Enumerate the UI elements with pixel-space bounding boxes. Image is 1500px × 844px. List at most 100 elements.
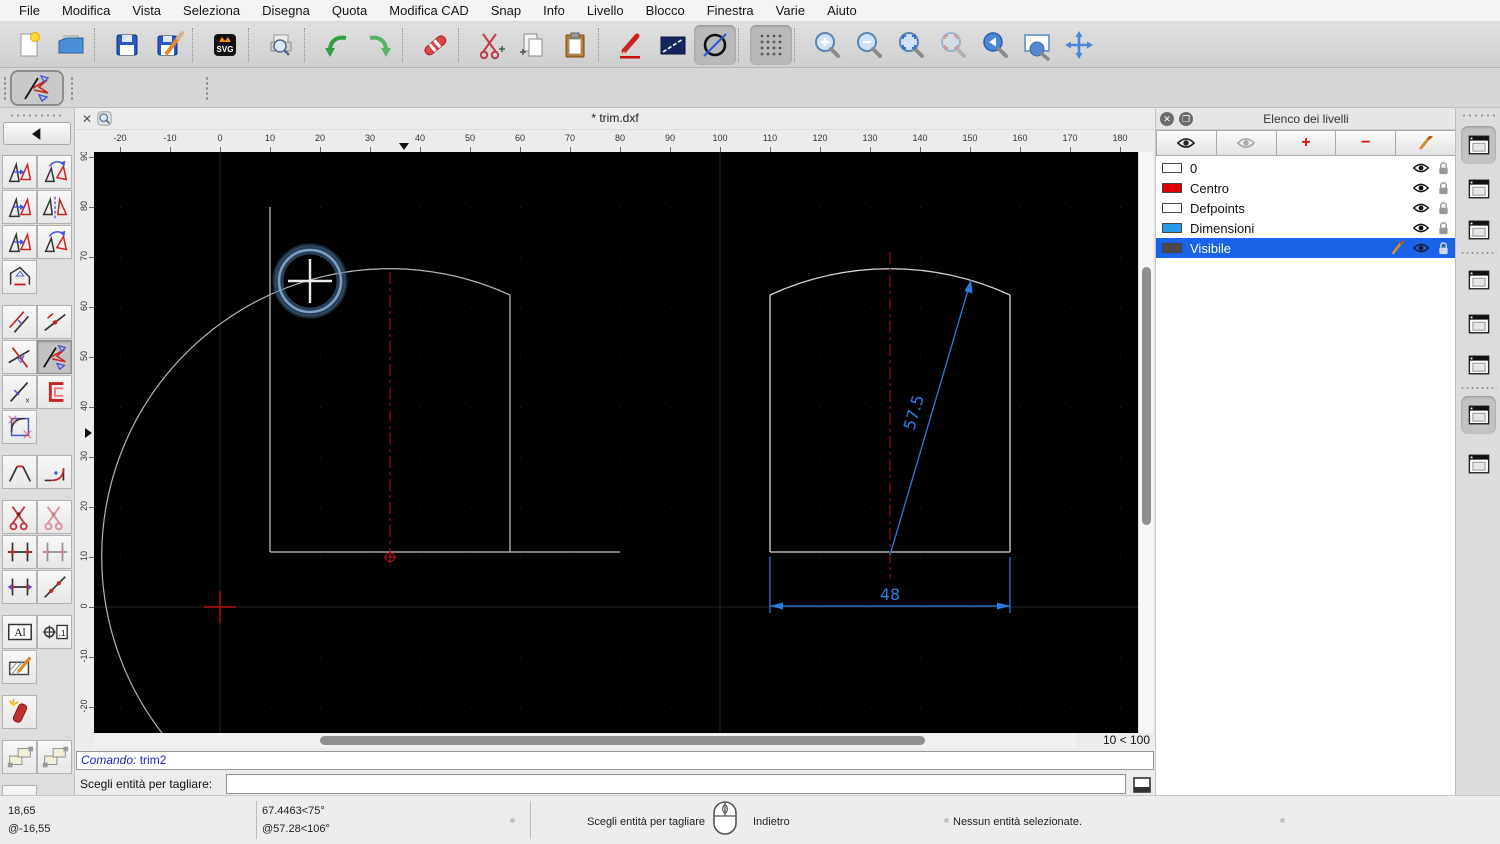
grid-toggle-button[interactable] bbox=[750, 24, 792, 65]
zoom-in-button[interactable] bbox=[806, 25, 848, 65]
menu-finestra[interactable]: Finestra bbox=[696, 3, 765, 18]
drawing-canvas[interactable]: 57.5 48 bbox=[94, 152, 1138, 734]
dock-selection-filter-toggle[interactable] bbox=[1461, 305, 1496, 343]
layer-visibility-icon[interactable] bbox=[1413, 180, 1429, 196]
entity-attributes-button[interactable] bbox=[652, 25, 694, 65]
tool-mirror[interactable] bbox=[37, 190, 72, 224]
tool-select-contour[interactable] bbox=[37, 740, 72, 774]
menu-aiuto[interactable]: Aiuto bbox=[816, 3, 868, 18]
tool-offset-shape[interactable] bbox=[37, 375, 72, 409]
tool-deselect-contour[interactable] bbox=[2, 740, 37, 774]
horizontal-scrollbar-thumb[interactable] bbox=[320, 736, 925, 745]
tool-lengthen[interactable] bbox=[2, 375, 37, 409]
layer-row-defpoints[interactable]: Defpoints bbox=[1156, 198, 1456, 218]
vertical-scrollbar-thumb[interactable] bbox=[1142, 267, 1151, 525]
dock-block-list-toggle[interactable] bbox=[1461, 170, 1496, 208]
menu-seleziona[interactable]: Seleziona bbox=[172, 3, 251, 18]
tool-rotate[interactable] bbox=[37, 155, 72, 189]
layer-lock-icon[interactable] bbox=[1437, 162, 1450, 175]
tool-stretch[interactable] bbox=[2, 570, 37, 604]
redo-button[interactable] bbox=[358, 25, 400, 65]
sidebar-drag-handle[interactable] bbox=[9, 113, 65, 118]
vertical-scrollbar[interactable] bbox=[1138, 152, 1153, 733]
menu-modifica[interactable]: Modifica bbox=[51, 3, 121, 18]
dock-pen-palette-toggle[interactable] bbox=[1461, 346, 1496, 384]
show-all-layers-button[interactable] bbox=[1156, 130, 1217, 156]
hide-all-layers-button[interactable] bbox=[1216, 130, 1277, 156]
zoom-previous-button[interactable] bbox=[932, 25, 974, 65]
dock-entity-list-toggle[interactable] bbox=[1461, 261, 1496, 299]
circle-tool-button[interactable] bbox=[694, 24, 736, 65]
copy-button[interactable] bbox=[512, 25, 554, 65]
dock-layer-list-toggle[interactable] bbox=[1461, 126, 1496, 164]
pen-attributes-button[interactable] bbox=[610, 25, 652, 65]
layer-visibility-icon[interactable] bbox=[1413, 200, 1429, 216]
tool-revert-direction[interactable] bbox=[2, 260, 37, 294]
tool-cut-intersection[interactable] bbox=[2, 535, 37, 569]
save-as-button[interactable] bbox=[148, 25, 190, 65]
tool-paint[interactable] bbox=[2, 785, 37, 795]
tool-edit-hatch[interactable] bbox=[2, 650, 37, 684]
layer-visibility-icon[interactable] bbox=[1413, 160, 1429, 176]
toolbar-drag-handle[interactable] bbox=[205, 76, 209, 100]
menu-modifica-cad[interactable]: Modifica CAD bbox=[378, 3, 479, 18]
layer-row-dimensioni[interactable]: Dimensioni bbox=[1156, 218, 1456, 238]
tool-fillet[interactable] bbox=[37, 455, 72, 489]
tool-explode[interactable] bbox=[2, 695, 37, 729]
active-tool-trim-two-button[interactable] bbox=[10, 70, 64, 106]
remove-layer-button[interactable]: − bbox=[1336, 130, 1397, 156]
svg-export-button[interactable] bbox=[204, 25, 246, 65]
horizontal-scrollbar[interactable] bbox=[94, 733, 1095, 748]
tool-split-line[interactable] bbox=[37, 305, 72, 339]
tool-offset[interactable] bbox=[2, 305, 37, 339]
layer-lock-icon[interactable] bbox=[1437, 182, 1450, 195]
tool-edit-attributes[interactable] bbox=[37, 615, 72, 649]
delete-entities-button[interactable] bbox=[414, 25, 456, 65]
layer-lock-icon[interactable] bbox=[1437, 222, 1450, 235]
layer-lock-icon[interactable] bbox=[1437, 242, 1450, 255]
paste-button[interactable] bbox=[554, 25, 596, 65]
tool-move-copy[interactable] bbox=[2, 155, 37, 189]
tool-move-rotate[interactable] bbox=[2, 225, 37, 259]
cut-button[interactable] bbox=[470, 25, 512, 65]
layer-row-0[interactable]: 0 bbox=[1156, 158, 1456, 178]
undo-button[interactable] bbox=[316, 25, 358, 65]
dock-command-line-toggle[interactable] bbox=[1461, 396, 1496, 434]
layer-edit-pencil-icon[interactable] bbox=[1391, 241, 1405, 255]
layer-row-visibile[interactable]: Visibile bbox=[1156, 238, 1456, 258]
toolbar-drag-handle[interactable] bbox=[3, 76, 7, 100]
tool-divide[interactable] bbox=[2, 500, 37, 534]
tool-bevel[interactable] bbox=[2, 455, 37, 489]
menu-snap[interactable]: Snap bbox=[480, 3, 532, 18]
dock-drag-handle[interactable] bbox=[1461, 113, 1495, 118]
command-input[interactable] bbox=[226, 774, 1126, 794]
tool-edit-text[interactable] bbox=[2, 615, 37, 649]
save-button[interactable] bbox=[106, 25, 148, 65]
tool-rotate-two[interactable] bbox=[37, 225, 72, 259]
new-file-button[interactable] bbox=[8, 25, 50, 65]
tool-cut-intersection-manual[interactable] bbox=[37, 535, 72, 569]
dock-library-browser-toggle[interactable] bbox=[1461, 211, 1496, 249]
layer-lock-icon[interactable] bbox=[1437, 202, 1450, 215]
edit-layer-button[interactable] bbox=[1396, 130, 1456, 156]
tool-trim-two[interactable] bbox=[37, 340, 72, 374]
zoom-auto-button[interactable] bbox=[890, 25, 932, 65]
tool-divide-two[interactable] bbox=[37, 500, 72, 534]
zoom-out-button[interactable] bbox=[848, 25, 890, 65]
menu-disegna[interactable]: Disegna bbox=[251, 3, 321, 18]
open-file-button[interactable] bbox=[50, 25, 92, 65]
menu-livello[interactable]: Livello bbox=[576, 3, 635, 18]
tools-back-button[interactable] bbox=[3, 122, 71, 145]
zoom-back-button[interactable] bbox=[974, 25, 1016, 65]
menu-varie[interactable]: Varie bbox=[765, 3, 816, 18]
tool-trim[interactable] bbox=[2, 340, 37, 374]
zoom-pan-button[interactable] bbox=[1058, 25, 1100, 65]
menu-vista[interactable]: Vista bbox=[121, 3, 172, 18]
dock-clipboard-toggle[interactable] bbox=[1461, 445, 1496, 483]
print-preview-button[interactable] bbox=[260, 25, 302, 65]
layer-visibility-icon[interactable] bbox=[1413, 220, 1429, 236]
menu-file[interactable]: File bbox=[8, 3, 51, 18]
tool-remove-segment[interactable] bbox=[2, 410, 37, 444]
command-detach-button[interactable] bbox=[1132, 776, 1152, 793]
toolbar-drag-handle[interactable] bbox=[70, 76, 74, 100]
